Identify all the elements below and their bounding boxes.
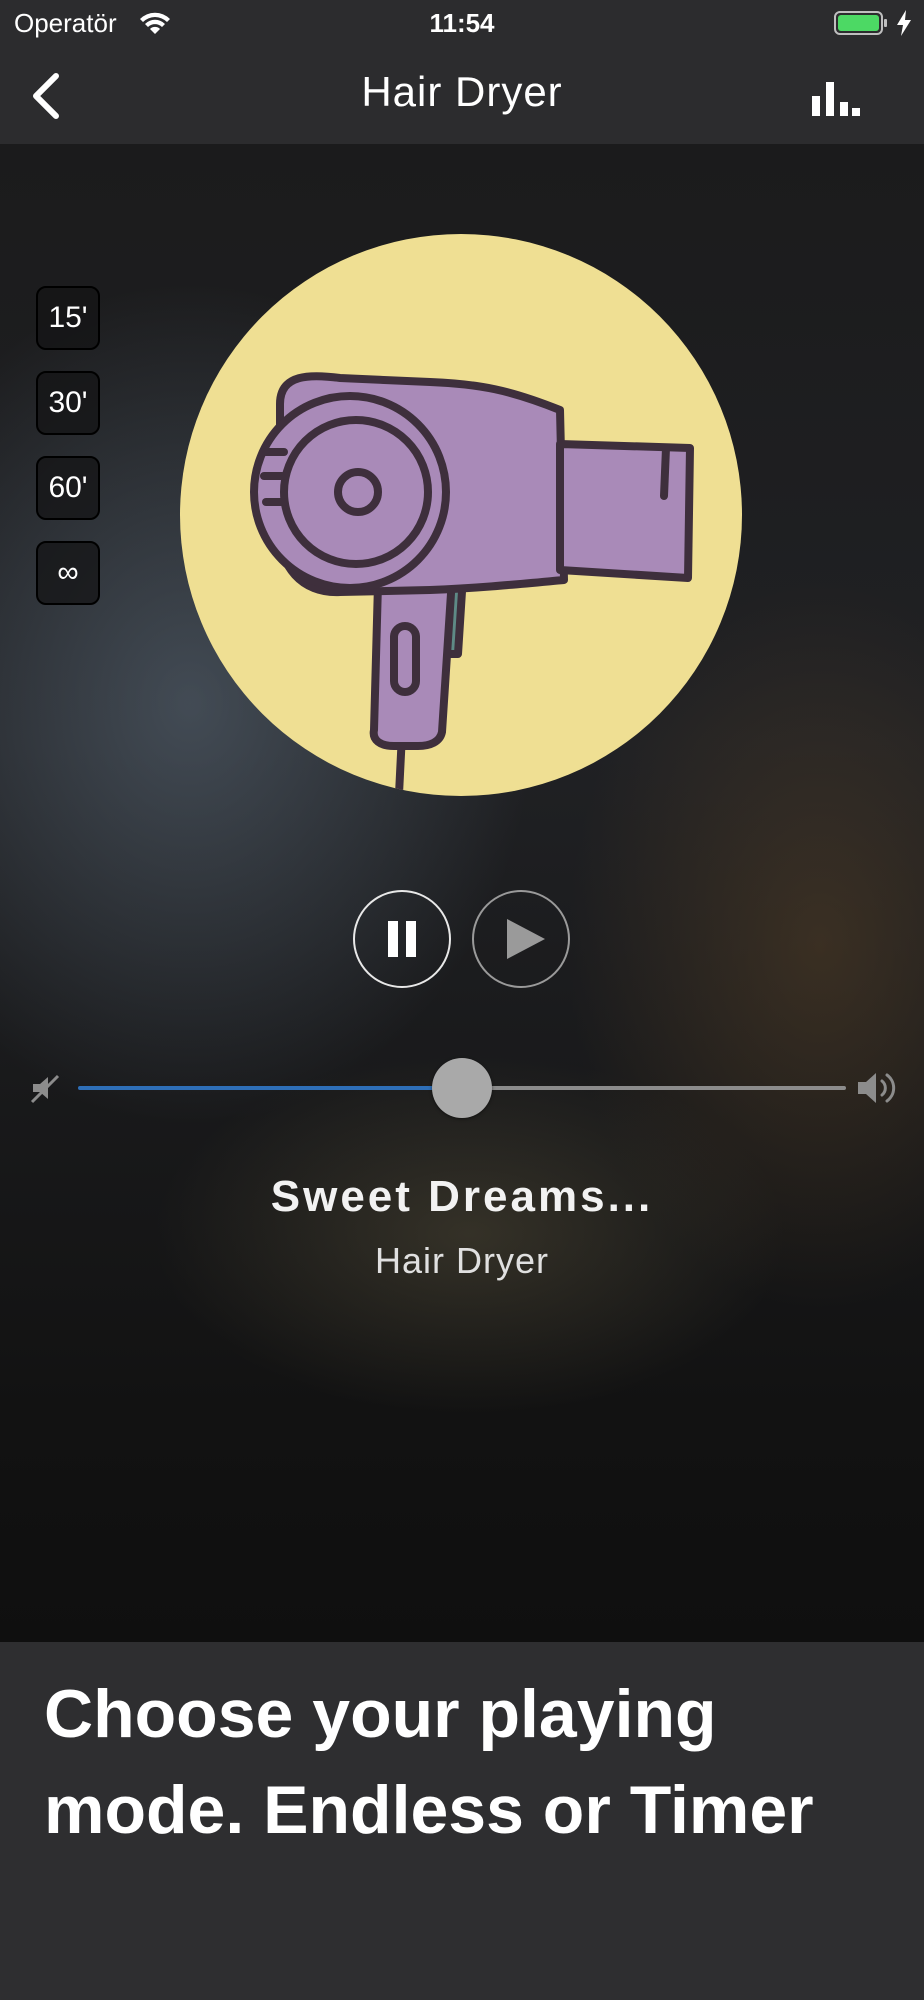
- volume-slider-thumb[interactable]: [432, 1058, 492, 1118]
- track-title: Sweet Dreams...: [270, 1172, 654, 1221]
- timer-15-label: 15': [48, 301, 88, 334]
- battery-icon: [834, 11, 887, 35]
- volume-slider-track: [462, 1086, 846, 1090]
- charging-bolt-icon: [897, 10, 911, 36]
- player-area: 15' 30' 60' ∞ Sweet Dreams... Hair Dryer: [0, 144, 924, 1642]
- mute-icon[interactable]: [30, 1072, 62, 1104]
- status-bar: Operatör 11:54: [0, 0, 924, 48]
- page-title: Hair Dryer: [361, 68, 563, 115]
- volume-icon[interactable]: [856, 1068, 900, 1108]
- bar-chart-icon: [812, 82, 860, 116]
- status-time: 11:54: [429, 8, 495, 38]
- timer-30-label: 30': [48, 386, 88, 419]
- pause-icon: [388, 921, 416, 957]
- timer-endless-button[interactable]: ∞: [36, 541, 100, 605]
- timer-endless-label: ∞: [57, 556, 79, 589]
- pause-button[interactable]: [353, 890, 451, 988]
- track-subtitle: Hair Dryer: [374, 1240, 549, 1281]
- caption-banner: Choose your playing mode. Endless or Tim…: [0, 1642, 924, 2000]
- volume-slider-fill: [78, 1086, 462, 1090]
- hair-dryer-artwork: [180, 234, 742, 796]
- timer-60-button[interactable]: 60': [36, 456, 100, 520]
- timer-15-button[interactable]: 15': [36, 286, 100, 350]
- caption-text: Choose your playing mode. Endless or Tim…: [44, 1676, 814, 1848]
- timer-60-label: 60': [48, 471, 88, 504]
- volume-slider[interactable]: [78, 1052, 846, 1124]
- play-icon: [507, 919, 545, 959]
- play-button[interactable]: [472, 890, 570, 988]
- nav-bar: Hair Dryer: [0, 48, 924, 145]
- stats-button[interactable]: [806, 76, 862, 120]
- timer-30-button[interactable]: 30': [36, 371, 100, 435]
